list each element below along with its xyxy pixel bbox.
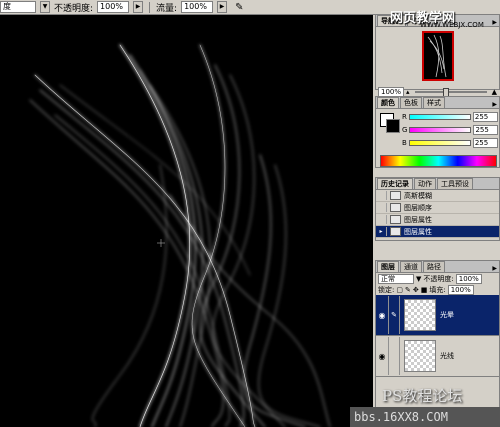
- background-color-swatch[interactable]: [386, 119, 400, 133]
- history-item-label: 图层属性: [404, 215, 432, 224]
- flow-arrow[interactable]: ▶: [217, 1, 228, 13]
- tab-actions[interactable]: 动作: [414, 178, 436, 189]
- layer-opacity-label: 不透明度:: [423, 274, 454, 283]
- link-slot: [388, 337, 400, 375]
- color-tabs: 颜色 色板 样式 ▶: [376, 97, 499, 109]
- opacity-value: 100%: [100, 2, 123, 11]
- color-panel: 颜色 色板 样式 ▶ R 255 G 255 B 255: [375, 96, 500, 168]
- history-step-icon: [390, 215, 401, 224]
- zoom-slider[interactable]: [414, 88, 487, 98]
- value-r[interactable]: 255: [472, 111, 498, 122]
- eye-icon[interactable]: ◉: [376, 311, 388, 320]
- tab-tool-presets[interactable]: 工具预设: [437, 178, 473, 189]
- history-source-icon[interactable]: ▸: [376, 227, 387, 236]
- history-snapshot-checkbox[interactable]: [376, 215, 387, 224]
- lock-move-icon[interactable]: ✥: [413, 286, 419, 294]
- airbrush-icon[interactable]: ✎: [235, 2, 243, 13]
- thumbnail-image: [427, 34, 447, 78]
- color-ramp[interactable]: [380, 155, 497, 167]
- channel-label-g: G: [402, 125, 408, 134]
- mode-value: 度: [3, 2, 11, 11]
- color-row-r: R 255: [402, 111, 498, 122]
- fill-input[interactable]: 100%: [447, 284, 474, 295]
- navigator-preview: [376, 27, 499, 87]
- flow-value: 100%: [184, 2, 207, 11]
- history-step-icon: [390, 203, 401, 212]
- document-canvas[interactable]: [0, 15, 373, 427]
- channel-label-r: R: [402, 112, 407, 121]
- watermark-forum-name: PS教程论坛: [382, 387, 463, 405]
- color-row-b: B 255: [402, 137, 498, 148]
- watermark-site-url: WWW.WEBJX.COM: [420, 21, 484, 29]
- history-item-label: 图层属性: [404, 227, 432, 236]
- history-item-label: 图层顺序: [404, 203, 432, 212]
- watermark-forum-url: bbs.16XX8.COM: [350, 407, 500, 427]
- lock-transparency-icon[interactable]: ▢: [396, 286, 403, 294]
- history-item[interactable]: 图层顺序: [376, 202, 499, 214]
- history-step-icon: [390, 191, 401, 200]
- value-g[interactable]: 255: [473, 124, 499, 135]
- tab-history[interactable]: 历史记录: [377, 178, 413, 189]
- brush-crosshair-cursor: [157, 239, 165, 247]
- flow-input[interactable]: 100%: [181, 1, 214, 13]
- opacity-arrow[interactable]: ▶: [133, 1, 144, 13]
- zoom-in-icon[interactable]: ▲: [492, 88, 497, 96]
- tab-styles[interactable]: 样式: [423, 97, 445, 108]
- fill-label: 填充:: [429, 285, 446, 294]
- layer-lock-row: 锁定: ▢ ✎ ✥ ■ 填充: 100%: [376, 284, 499, 295]
- tab-channels[interactable]: 通道: [400, 261, 422, 272]
- lock-all-icon[interactable]: ■: [421, 286, 428, 294]
- layer-row-active[interactable]: ◉ ✎ 光晕: [376, 295, 499, 336]
- tab-paths[interactable]: 路径: [423, 261, 445, 272]
- history-panel: 历史记录 动作 工具预设 高斯模糊 图层顺序 图层属性 ▸ 图层属性: [375, 177, 500, 241]
- blend-dropdown-arrow[interactable]: ▼: [416, 275, 421, 283]
- slider-g[interactable]: [409, 126, 472, 133]
- layer-opacity-input[interactable]: 100%: [455, 273, 482, 284]
- panel-menu-icon[interactable]: ▶: [492, 265, 499, 272]
- panel-menu-icon[interactable]: ▶: [492, 101, 499, 108]
- brush-icon: ✎: [388, 296, 400, 334]
- mode-select[interactable]: 度: [0, 1, 36, 13]
- history-step-icon: [390, 227, 401, 236]
- value-b[interactable]: 255: [472, 137, 498, 148]
- layer-blend-row: 正常 ▼ 不透明度: 100%: [376, 273, 499, 284]
- panel-menu-icon[interactable]: ▶: [492, 19, 499, 26]
- lock-label: 锁定:: [378, 285, 395, 294]
- eye-icon[interactable]: ◉: [376, 352, 388, 361]
- blend-mode-select[interactable]: 正常: [378, 273, 414, 284]
- opacity-input[interactable]: 100%: [97, 1, 130, 13]
- tab-layers[interactable]: 图层: [377, 261, 399, 272]
- lock-paint-icon[interactable]: ✎: [405, 286, 411, 294]
- slider-r[interactable]: [408, 113, 471, 120]
- history-item-current[interactable]: ▸ 图层属性: [376, 226, 499, 238]
- zoom-out-icon[interactable]: ▴: [406, 88, 410, 96]
- flow-label: 流量:: [156, 3, 178, 14]
- separator: [149, 1, 151, 13]
- watermark-forum-url-text: bbs.16XX8.COM: [354, 410, 448, 424]
- channel-label-b: B: [402, 138, 407, 147]
- panels-dock: 导航器 信息 ▶ 100% ▴ ▲ 颜色 色板 样式 ▶ R 255 G 255…: [375, 0, 500, 427]
- history-item[interactable]: 高斯模糊: [376, 190, 499, 202]
- layer-row[interactable]: ◉ 光线: [376, 336, 499, 377]
- layer-thumbnail: [404, 299, 436, 331]
- layer-name: 光线: [440, 352, 454, 360]
- history-item-label: 高斯模糊: [404, 191, 432, 200]
- layer-name: 光晕: [440, 311, 454, 319]
- history-snapshot-checkbox[interactable]: [376, 203, 387, 212]
- tab-color[interactable]: 颜色: [377, 97, 399, 108]
- mode-dropdown-arrow[interactable]: ▼: [40, 1, 50, 13]
- light-strands-artwork: [29, 44, 331, 427]
- color-row-g: G 255: [402, 124, 499, 135]
- layers-tabs: 图层 通道 路径 ▶: [376, 261, 499, 273]
- opacity-label: 不透明度:: [54, 3, 94, 14]
- history-snapshot-checkbox[interactable]: [376, 191, 387, 200]
- history-tabs: 历史记录 动作 工具预设: [376, 178, 499, 190]
- layer-thumbnail: [404, 340, 436, 372]
- slider-b[interactable]: [408, 139, 471, 146]
- history-item[interactable]: 图层属性: [376, 214, 499, 226]
- navigator-thumbnail[interactable]: [422, 31, 454, 81]
- tab-swatches[interactable]: 色板: [400, 97, 422, 108]
